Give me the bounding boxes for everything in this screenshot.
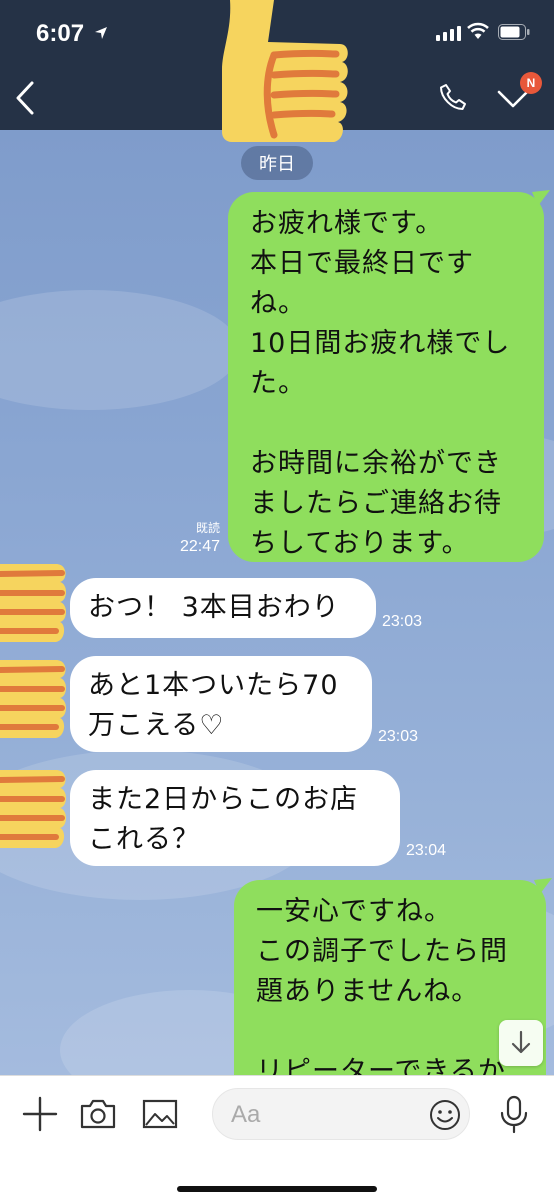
- message-bubble-incoming[interactable]: おつ！ 3本目おわり: [70, 578, 376, 638]
- message-bubble-incoming[interactable]: また2日からこのお店 これる？: [70, 770, 400, 866]
- home-indicator: [177, 1186, 377, 1192]
- read-receipt: 既読: [195, 521, 220, 535]
- message-time: 23:03: [382, 613, 423, 630]
- message-time: 22:47: [179, 538, 220, 555]
- phone-icon[interactable]: [438, 82, 468, 112]
- sender-avatar: [0, 770, 66, 848]
- message-input-bar: [0, 1075, 554, 1201]
- battery-icon: [498, 24, 530, 40]
- message-text-field[interactable]: [212, 1088, 470, 1140]
- signal-icon: [436, 26, 461, 41]
- plus-icon[interactable]: [20, 1094, 60, 1134]
- location-arrow-icon: [95, 27, 107, 39]
- bubble-tail: [532, 190, 550, 206]
- scroll-to-bottom-button[interactable]: [499, 1020, 543, 1066]
- sender-avatar: [0, 660, 66, 738]
- sender-avatar: [0, 564, 66, 642]
- bubble-tail: [534, 878, 552, 894]
- message-time: 23:03: [378, 728, 419, 745]
- camera-icon[interactable]: [78, 1094, 118, 1134]
- date-separator: 昨日: [241, 146, 313, 180]
- emoji-icon[interactable]: [429, 1099, 461, 1131]
- message-input[interactable]: [229, 1099, 413, 1131]
- notification-badge: N: [520, 72, 542, 94]
- message-time: 23:04: [406, 842, 447, 859]
- back-chevron-icon[interactable]: [12, 80, 38, 116]
- microphone-icon[interactable]: [494, 1094, 534, 1134]
- arrow-down-icon: [511, 1030, 531, 1054]
- status-time: 6:07: [36, 20, 85, 47]
- thumbs-up-sticker: [222, 0, 348, 142]
- wifi-icon: [467, 22, 489, 39]
- image-icon[interactable]: [140, 1094, 180, 1134]
- message-bubble-outgoing[interactable]: お疲れ様です。 本日で最終日です ね。 10日間お疲れ様でし た。 お時間に余裕…: [228, 192, 544, 562]
- message-bubble-incoming[interactable]: あと1本ついたら70 万こえる♡: [70, 656, 372, 752]
